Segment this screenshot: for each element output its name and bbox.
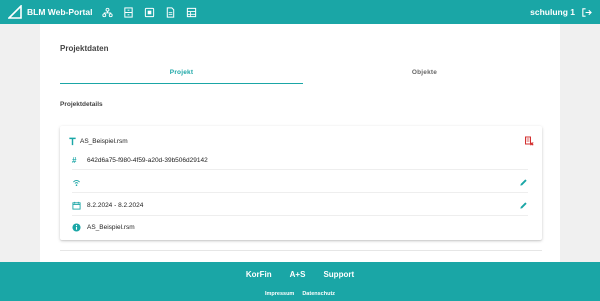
top-app-bar: BLM Web-Portal schulung 1 [0,0,600,24]
footer: KorFin A+S Support Impressum Datenschutz [0,262,600,301]
file-cabinet-icon[interactable] [123,6,134,18]
tab-projekt[interactable]: Projekt [60,69,303,84]
nav-icon-group [102,6,197,18]
page-title: Projektdaten [60,44,109,53]
edit-date-pencil-icon[interactable] [519,201,528,210]
row-project-id: # 642d6a75-f980-4f59-a20d-39b506d29142 [72,152,528,170]
row-url [72,173,528,193]
project-name: AS_Beispiel.rsm [80,137,128,145]
footer-sublinks: Impressum Datenschutz [0,291,600,297]
footer-link-korfin[interactable]: KorFin [246,270,272,279]
footer-link-support[interactable]: Support [323,270,354,279]
subsection-title: Projektdetails [60,101,103,108]
org-icon[interactable] [102,7,114,18]
document-icon[interactable] [165,6,176,18]
project-details-card: AS_Beispiel.rsm # 642d6a75-f980-4f59-a20… [60,126,542,240]
table-icon[interactable] [186,7,197,18]
wifi-link-icon [73,180,80,187]
footer-link-datenschutz[interactable]: Datenschutz [302,291,335,297]
divider [60,250,542,251]
delete-project-icon[interactable] [524,136,534,146]
info-text: AS_Beispiel.rsm [87,223,135,231]
info-icon [72,222,81,232]
main-content: Projektdaten Projekt Objekte Projektdeta… [40,24,560,262]
box-icon[interactable] [144,7,155,18]
app-title[interactable]: BLM Web-Portal [27,7,92,17]
user-name[interactable]: schulung 1 [530,7,575,17]
footer-links: KorFin A+S Support [0,270,600,279]
footer-link-impressum[interactable]: Impressum [265,291,294,297]
logout-icon[interactable] [581,7,592,18]
tab-objekte[interactable]: Objekte [303,69,546,84]
row-info: AS_Beispiel.rsm [72,218,528,236]
hash-icon: # [72,156,77,165]
edit-url-pencil-icon[interactable] [519,178,528,187]
date-range: 8.2.2024 - 8.2.2024 [87,202,144,209]
tab-bar: Projekt Objekte [60,69,546,84]
app-logo-icon[interactable] [8,5,22,19]
card-header: AS_Beispiel.rsm [68,134,534,148]
calendar-icon [72,201,81,210]
project-id: 642d6a75-f980-4f59-a20d-39b506d29142 [87,157,208,164]
text-type-icon [69,137,76,145]
footer-link-as[interactable]: A+S [290,270,306,279]
user-area: schulung 1 [530,7,592,18]
row-date-range: 8.2.2024 - 8.2.2024 [72,196,528,216]
